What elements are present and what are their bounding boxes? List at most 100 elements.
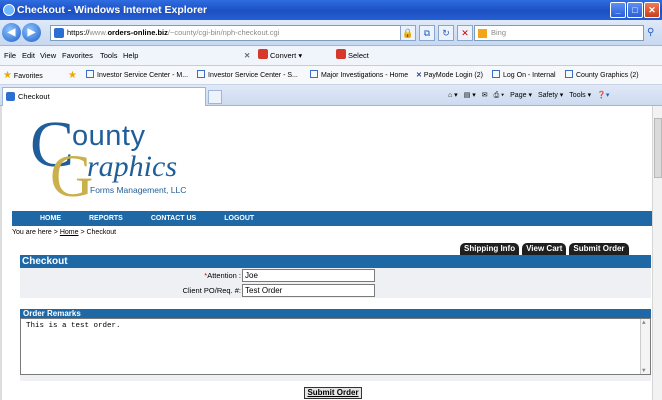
- menu-view[interactable]: View: [40, 46, 56, 66]
- search-icon[interactable]: ⚲: [647, 25, 661, 41]
- favorite-item-4[interactable]: ✕ PayMode Login (2): [416, 66, 483, 84]
- favorite-item-2[interactable]: Investor Service Center - S...: [197, 66, 298, 84]
- print-icon[interactable]: ⎙ ▾: [494, 85, 505, 106]
- convert-button[interactable]: Convert ▾: [258, 46, 302, 66]
- tools-menu[interactable]: Tools ▾: [569, 85, 591, 106]
- search-placeholder: Bing: [491, 28, 507, 37]
- nav-logout[interactable]: LOGOUT: [210, 215, 268, 222]
- back-button[interactable]: ◀: [2, 23, 21, 42]
- select-label: Select: [348, 51, 369, 60]
- add-favorite-icon[interactable]: ★: [68, 66, 77, 84]
- favorite-item-6[interactable]: County Graphics (2): [565, 66, 639, 84]
- page-icon: [6, 92, 15, 101]
- refresh-icon[interactable]: ↻: [438, 25, 454, 41]
- address-domain: orders-online.biz: [107, 28, 168, 37]
- logo-tagline: Forms Management, LLC: [90, 185, 187, 195]
- mail-icon[interactable]: ✉: [482, 85, 488, 106]
- menu-bar: File Edit View Favorites Tools Help ✕ Co…: [0, 46, 662, 66]
- county-graphics-logo[interactable]: C G ounty raphics Forms Management, LLC: [30, 110, 200, 208]
- address-prefix: www.: [89, 28, 108, 37]
- attention-label-text: Attention :: [207, 271, 241, 280]
- close-window-button[interactable]: ✕: [644, 2, 660, 18]
- favorite-label: Log On - Internal: [503, 72, 556, 79]
- remarks-footer: [20, 375, 651, 381]
- ie-page-icon: [492, 70, 500, 78]
- convert-label: Convert: [270, 51, 297, 60]
- bing-icon: [478, 29, 487, 38]
- favorite-label: Investor Service Center - S...: [208, 72, 298, 79]
- breadcrumb-home-link[interactable]: Home: [60, 229, 79, 236]
- site-nav-bar: HOME REPORTS CONTACT US LOGOUT: [12, 211, 652, 226]
- address-protocol: https://: [67, 28, 90, 37]
- shipping-info-button[interactable]: Shipping Info: [460, 243, 520, 255]
- paymode-icon: ✕: [416, 72, 422, 79]
- stop-icon[interactable]: ✕: [457, 25, 473, 41]
- attention-field[interactable]: Joe: [242, 269, 375, 282]
- close-toolbar-icon[interactable]: ✕: [244, 46, 250, 66]
- feeds-icon[interactable]: ▤ ▾: [464, 85, 476, 106]
- menu-file[interactable]: File: [4, 46, 16, 66]
- order-remarks-textarea[interactable]: This is a test order. ▲ ▼: [20, 318, 651, 375]
- attention-label: *Attention :: [204, 270, 241, 282]
- help-icon[interactable]: ❓▾: [597, 85, 609, 106]
- maximize-button[interactable]: □: [627, 2, 643, 18]
- textarea-scrollbar[interactable]: ▲ ▼: [640, 319, 650, 374]
- ie-logo-icon: [3, 4, 15, 16]
- nav-home[interactable]: HOME: [26, 215, 75, 222]
- submit-order-tab-button[interactable]: Submit Order: [569, 243, 629, 255]
- select-button[interactable]: Select: [336, 46, 369, 66]
- po-label: Client PO/Req. #:: [182, 286, 241, 295]
- favorite-label: County Graphics (2): [576, 72, 639, 79]
- ie-page-icon: [565, 70, 573, 78]
- compatibility-icon[interactable]: ⧉: [419, 25, 435, 41]
- favorite-item-5[interactable]: Log On - Internal: [492, 66, 556, 84]
- breadcrumb-current: > Checkout: [78, 229, 117, 236]
- page-viewport: C G ounty raphics Forms Management, LLC …: [0, 106, 652, 400]
- checkout-actions: Shipping Info View Cart Submit Order: [460, 243, 629, 255]
- menu-favorites[interactable]: Favorites: [62, 46, 93, 66]
- window-title-bar: Checkout - Windows Internet Explorer _ □…: [0, 0, 662, 20]
- favorites-button[interactable]: ★ Favorites: [3, 66, 43, 84]
- nav-contact-us[interactable]: CONTACT US: [137, 215, 210, 222]
- scroll-down-icon[interactable]: ▼: [642, 367, 646, 374]
- home-icon[interactable]: ⌂ ▾: [448, 85, 458, 106]
- new-tab-button[interactable]: [208, 90, 222, 104]
- po-field[interactable]: Test Order: [242, 284, 375, 297]
- favorite-label: PayMode Login (2): [423, 72, 483, 79]
- page-menu-label: Page: [510, 92, 527, 99]
- menu-edit[interactable]: Edit: [22, 46, 35, 66]
- pdf-icon: [258, 49, 268, 59]
- nav-reports[interactable]: REPORTS: [75, 215, 137, 222]
- checkout-heading: Checkout: [20, 255, 651, 268]
- minimize-button[interactable]: _: [610, 2, 626, 18]
- submit-order-button[interactable]: Submit Order: [304, 387, 362, 399]
- address-bar[interactable]: https://www.orders-online.biz/~county/cg…: [50, 25, 413, 41]
- favorite-label: Major Investigations - Home: [321, 72, 409, 79]
- tab-checkout[interactable]: Checkout: [2, 87, 206, 106]
- left-edge: [0, 106, 2, 400]
- menu-help[interactable]: Help: [123, 46, 138, 66]
- search-input[interactable]: Bing: [474, 25, 644, 41]
- tab-label: Checkout: [18, 92, 50, 101]
- view-cart-button[interactable]: View Cart: [522, 243, 567, 255]
- address-path: /~county/cgi-bin/nph-checkout.cgi: [167, 28, 280, 37]
- favorite-item-3[interactable]: Major Investigations - Home: [310, 66, 409, 84]
- page-scrollbar[interactable]: [652, 106, 662, 400]
- logo-word-graphics: raphics: [87, 150, 177, 183]
- address-toolbar: ◀ ▶ https://www.orders-online.biz/~count…: [0, 20, 662, 46]
- window-title: Checkout - Windows Internet Explorer: [17, 4, 208, 16]
- select-icon: [336, 49, 346, 59]
- page-menu[interactable]: Page ▾: [510, 85, 532, 106]
- favorite-item-1[interactable]: Investor Service Center - M...: [86, 66, 188, 84]
- lock-icon[interactable]: 🔒: [400, 25, 416, 41]
- safety-menu[interactable]: Safety ▾: [538, 85, 563, 106]
- scroll-up-icon[interactable]: ▲: [642, 319, 646, 326]
- page-icon: [54, 28, 64, 38]
- attention-row: *Attention : Joe: [20, 269, 651, 283]
- scrollbar-thumb[interactable]: [654, 118, 662, 178]
- forward-button[interactable]: ▶: [22, 23, 41, 42]
- ie-page-icon: [310, 70, 318, 78]
- breadcrumb-prefix: You are here >: [12, 229, 60, 236]
- logo-word-county: ounty: [72, 120, 146, 152]
- menu-tools[interactable]: Tools: [100, 46, 118, 66]
